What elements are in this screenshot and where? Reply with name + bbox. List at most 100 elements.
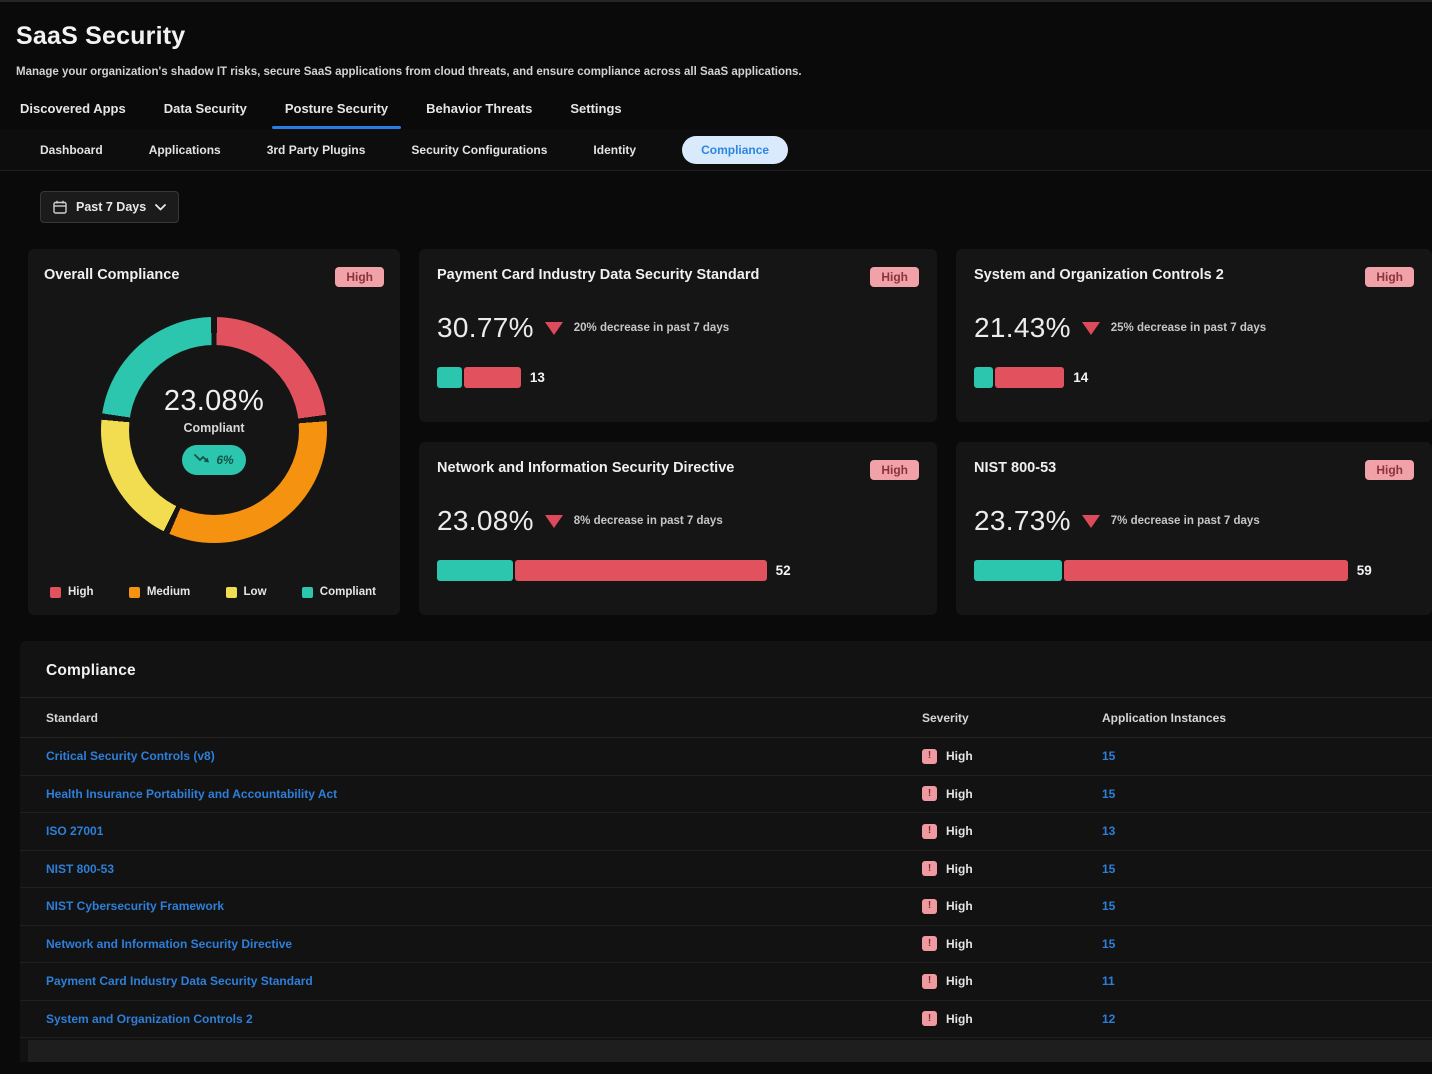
page-description: Manage your organization's shadow IT ris… — [16, 66, 1416, 78]
severity-label: High — [946, 1012, 973, 1026]
page-header: SaaS Security Manage your organization's… — [0, 2, 1432, 129]
tab-behavior-threats[interactable]: Behavior Threats — [426, 101, 532, 129]
sub-tab-dashboard[interactable]: Dashboard — [40, 143, 103, 157]
legend-item-compliant: Compliant — [302, 586, 376, 598]
severity-cell: !High — [922, 861, 1102, 876]
legend-label: Medium — [147, 586, 190, 598]
severity-exclamation-icon: ! — [922, 824, 937, 839]
table-header-row: Standard Severity Application Instances — [20, 697, 1432, 738]
compliance-summary-grid: Overall Compliance High 23.08% Compliant… — [28, 249, 1432, 615]
value-row: 21.43%25% decrease in past 7 days — [974, 312, 1414, 344]
bar-noncompliant-segment — [995, 367, 1064, 388]
instance-count: 14 — [1073, 370, 1088, 385]
standard-link[interactable]: Payment Card Industry Data Security Stan… — [46, 974, 922, 988]
bar-noncompliant-segment — [515, 560, 767, 581]
severity-cell: !High — [922, 899, 1102, 914]
standard-card-pci-dss: Payment Card Industry Data Security Stan… — [419, 249, 937, 422]
sub-tab-applications[interactable]: Applications — [149, 143, 221, 157]
standard-link[interactable]: ISO 27001 — [46, 824, 922, 838]
legend-label: Compliant — [320, 586, 376, 598]
bar-row: 52 — [437, 560, 919, 581]
trend-down-icon — [1082, 322, 1100, 335]
value-row: 23.08% 8% decrease in past 7 days — [437, 505, 919, 537]
severity-label: High — [946, 787, 973, 801]
value-row: 23.73%7% decrease in past 7 days — [974, 505, 1414, 537]
bar-row: 59 — [974, 560, 1414, 581]
sub-tab-compliance[interactable]: Compliance — [682, 136, 788, 164]
standard-link[interactable]: Network and Information Security Directi… — [46, 937, 922, 951]
standard-card-nisd: Network and Information Security Directi… — [419, 442, 937, 615]
compliance-percentage: 21.43% — [974, 312, 1071, 344]
standard-link[interactable]: System and Organization Controls 2 — [46, 1012, 922, 1026]
trend-value: 6% — [216, 453, 233, 467]
application-instances-link[interactable]: 15 — [1102, 937, 1432, 951]
application-instances-link[interactable]: 15 — [1102, 749, 1432, 763]
tab-data-security[interactable]: Data Security — [164, 101, 247, 129]
standard-link[interactable]: NIST Cybersecurity Framework — [46, 899, 922, 913]
application-instances-link[interactable]: 13 — [1102, 824, 1432, 838]
tab-posture-security[interactable]: Posture Security — [285, 101, 388, 129]
bar-row: 13 — [437, 367, 919, 388]
table-row: Health Insurance Portability and Account… — [20, 776, 1432, 814]
severity-exclamation-icon: ! — [922, 936, 937, 951]
calendar-icon — [53, 200, 67, 214]
application-instances-link[interactable]: 15 — [1102, 787, 1432, 801]
legend-item-medium: Medium — [129, 586, 190, 598]
severity-cell: !High — [922, 1011, 1102, 1026]
legend-item-low: Low — [226, 586, 267, 598]
application-instances-link[interactable]: 15 — [1102, 899, 1432, 913]
compliance-percentage: 23.08% — [437, 505, 534, 537]
legend-label: Low — [244, 586, 267, 598]
table-row: NIST 800-53!High15 — [20, 851, 1432, 889]
bar-noncompliant-segment — [1064, 560, 1347, 581]
severity-label: High — [946, 749, 973, 763]
severity-label: High — [946, 974, 973, 988]
bar-compliant-segment — [974, 560, 1062, 581]
standard-link[interactable]: NIST 800-53 — [46, 862, 922, 876]
legend-swatch-high — [50, 587, 61, 598]
application-instances-link[interactable]: 11 — [1102, 974, 1432, 988]
standard-link[interactable]: Health Insurance Portability and Account… — [46, 787, 922, 801]
severity-label: High — [946, 899, 973, 913]
severity-exclamation-icon: ! — [922, 861, 937, 876]
compliance-percentage: 30.77% — [437, 312, 534, 344]
card-head: Network and Information Security Directi… — [437, 460, 919, 480]
overall-compliance-card: Overall Compliance High 23.08% Compliant… — [28, 249, 400, 615]
sub-tab-bar: Dashboard Applications 3rd Party Plugins Se… — [0, 129, 1432, 171]
legend-item-high: High — [50, 586, 94, 598]
table-footer-strip — [28, 1040, 1432, 1062]
active-tab-indicator — [272, 126, 401, 129]
card-title: System and Organization Controls 2 — [974, 267, 1224, 283]
card-title: Network and Information Security Directi… — [437, 460, 734, 476]
compliance-table-card: Compliance Standard Severity Application… — [20, 641, 1432, 1062]
page-title: SaaS Security — [16, 22, 1416, 51]
card-head: Payment Card Industry Data Security Stan… — [437, 267, 919, 287]
compliance-bar — [437, 560, 767, 581]
bar-noncompliant-segment — [464, 367, 521, 388]
tab-discovered-apps[interactable]: Discovered Apps — [20, 101, 126, 129]
time-range-dropdown[interactable]: Past 7 Days — [40, 191, 179, 223]
sub-tab-security-configurations[interactable]: Security Configurations — [411, 143, 547, 157]
standard-link[interactable]: Critical Security Controls (v8) — [46, 749, 922, 763]
severity-cell: !High — [922, 786, 1102, 801]
tab-settings[interactable]: Settings — [570, 101, 621, 129]
severity-badge: High — [335, 267, 384, 287]
compliance-bar — [974, 560, 1348, 581]
legend-swatch-low — [226, 587, 237, 598]
severity-cell: !High — [922, 936, 1102, 951]
sub-tab-3rd-party-plugins[interactable]: 3rd Party Plugins — [267, 143, 366, 157]
severity-cell: !High — [922, 824, 1102, 839]
table-title: Compliance — [20, 641, 1432, 697]
bar-compliant-segment — [437, 560, 513, 581]
table-row: Network and Information Security Directi… — [20, 926, 1432, 964]
trend-down-icon — [1082, 515, 1100, 528]
severity-cell: !High — [922, 749, 1102, 764]
sub-tab-identity[interactable]: Identity — [593, 143, 636, 157]
table-row: Payment Card Industry Data Security Stan… — [20, 963, 1432, 1001]
instance-count: 52 — [776, 563, 791, 578]
severity-badge: High — [870, 460, 919, 480]
application-instances-link[interactable]: 12 — [1102, 1012, 1432, 1026]
application-instances-link[interactable]: 15 — [1102, 862, 1432, 876]
chevron-down-icon — [155, 204, 166, 211]
trend-text: 8% decrease in past 7 days — [574, 515, 723, 527]
